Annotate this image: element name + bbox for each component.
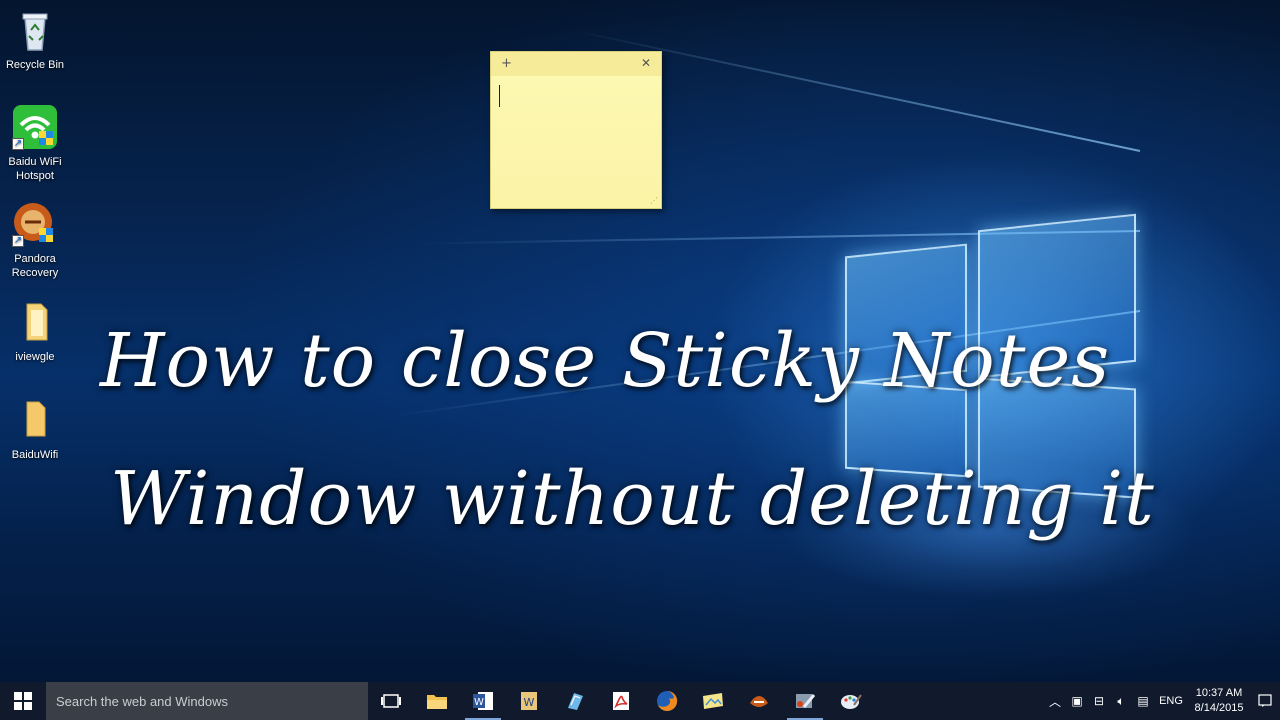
taskbar-acrobat[interactable] bbox=[598, 682, 644, 720]
photos-icon bbox=[703, 693, 723, 709]
pandora-icon bbox=[750, 696, 768, 707]
taskbar-firefox[interactable] bbox=[644, 682, 690, 720]
wordpad-icon: W bbox=[521, 692, 537, 710]
start-button[interactable] bbox=[0, 682, 46, 720]
clock-date: 8/14/2015 bbox=[1194, 702, 1244, 714]
blue-app-icon bbox=[568, 693, 583, 710]
taskbar-file-explorer[interactable] bbox=[414, 682, 460, 720]
shortcut-arrow-icon: ↗ bbox=[12, 235, 24, 247]
shortcut-arrow-icon: ↗ bbox=[12, 138, 24, 150]
taskbar-photos[interactable] bbox=[690, 682, 736, 720]
message-icon[interactable]: ▤ bbox=[1132, 694, 1154, 708]
folder-icon bbox=[11, 298, 59, 346]
headline-line-2: Window without deleting it bbox=[110, 456, 1155, 542]
show-hidden-icons-chevron-icon[interactable]: ︿ bbox=[1044, 693, 1066, 710]
input-language[interactable]: ENG bbox=[1154, 695, 1188, 707]
system-tray: ︿ ▣ ⊟ 🔈︎ ▤ ENG 10:37 AM 8/14/2015 bbox=[1044, 682, 1280, 720]
paint-icon bbox=[841, 694, 862, 709]
desktop-icon-label: Recycle Bin bbox=[5, 59, 65, 71]
desktop-icon-label: BaiduWifi bbox=[11, 449, 59, 461]
recycle-bin-icon bbox=[11, 6, 59, 54]
text-cursor bbox=[499, 85, 500, 107]
notification-icon bbox=[1258, 694, 1272, 707]
delete-note-button[interactable]: ✕ bbox=[641, 56, 651, 70]
taskbar-word[interactable]: W bbox=[460, 682, 506, 720]
notification-center-button[interactable] bbox=[1250, 694, 1280, 708]
svg-text:W: W bbox=[524, 696, 535, 709]
pandora-icon: ↗ bbox=[11, 200, 59, 248]
desktop-icon-pandora-recovery[interactable]: ↗ Pandora Recovery bbox=[0, 200, 70, 280]
search-box[interactable]: Search the web and Windows bbox=[46, 682, 368, 720]
desktop-icon-recycle-bin[interactable]: Recycle Bin bbox=[0, 6, 70, 72]
desktop-icon-label: Pandora Recovery bbox=[11, 253, 59, 279]
tool-app-icon bbox=[796, 694, 816, 708]
tray-app-icon[interactable]: ▣ bbox=[1066, 694, 1088, 708]
sticky-note-window[interactable]: + ✕ ⋰ bbox=[490, 51, 662, 209]
wifi-icon: ↗ bbox=[11, 103, 59, 151]
folder-icon bbox=[11, 396, 59, 444]
volume-icon[interactable]: 🔈︎ bbox=[1110, 694, 1132, 709]
svg-text:W: W bbox=[474, 697, 484, 708]
clock-time: 10:37 AM bbox=[1195, 687, 1243, 699]
taskbar-wordpad[interactable]: W bbox=[506, 682, 552, 720]
clock[interactable]: 10:37 AM 8/14/2015 bbox=[1188, 686, 1250, 716]
desktop-icon-label: iviewgle bbox=[15, 351, 55, 363]
taskbar: Search the web and Windows W W ︿ ▣ ⊟ 🔈︎ … bbox=[0, 682, 1280, 720]
network-icon[interactable]: ⊟ bbox=[1088, 694, 1110, 708]
add-note-button[interactable]: + bbox=[501, 56, 512, 71]
taskbar-app-tool[interactable] bbox=[782, 682, 828, 720]
desktop-icon-iviewgle[interactable]: iviewgle bbox=[0, 298, 70, 364]
windows-logo-icon bbox=[14, 692, 32, 710]
headline-line-1: How to close Sticky Notes bbox=[100, 318, 1111, 404]
task-view-icon bbox=[381, 694, 401, 708]
sticky-note-titlebar[interactable]: + ✕ bbox=[491, 52, 661, 76]
search-placeholder: Search the web and Windows bbox=[56, 693, 228, 709]
taskbar-app-blue[interactable] bbox=[552, 682, 598, 720]
desktop-icon-baiduwifi[interactable]: BaiduWifi bbox=[0, 396, 70, 462]
acrobat-icon bbox=[613, 692, 629, 710]
taskbar-paint[interactable] bbox=[828, 682, 874, 720]
taskbar-pandora[interactable] bbox=[736, 682, 782, 720]
desktop-icon-baidu-wifi-hotspot[interactable]: ↗ Baidu WiFi Hotspot bbox=[0, 103, 70, 183]
sticky-note-text-area[interactable] bbox=[491, 76, 661, 208]
file-explorer-icon bbox=[427, 695, 447, 709]
word-icon: W bbox=[473, 692, 493, 710]
task-view-button[interactable] bbox=[368, 682, 414, 720]
firefox-icon bbox=[657, 690, 678, 711]
desktop-icon-label: Baidu WiFi Hotspot bbox=[8, 156, 62, 182]
desktop: Recycle Bin ↗ Baidu WiFi Hotspot ↗ Pando… bbox=[0, 0, 1280, 682]
resize-grip-icon[interactable]: ⋰ bbox=[650, 196, 658, 205]
